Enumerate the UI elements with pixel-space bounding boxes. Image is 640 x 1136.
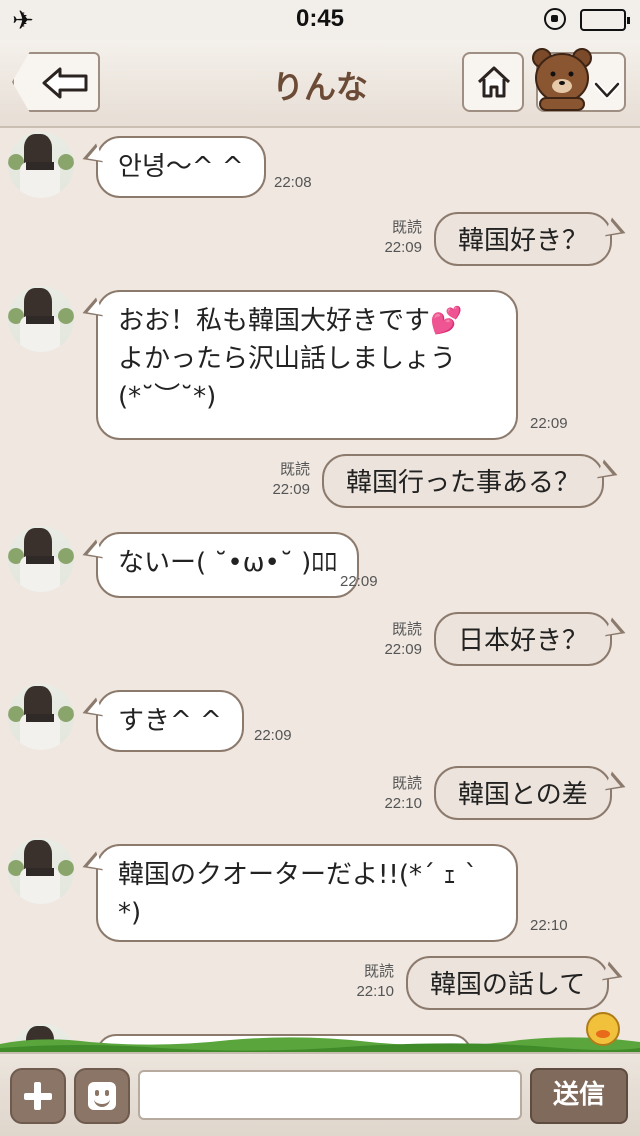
read-label: 既読 xyxy=(391,775,422,792)
message-text-line: (*˘︶˘*) xyxy=(118,382,217,412)
outgoing-message-bubble[interactable]: 韓国との差 xyxy=(434,766,612,820)
read-receipt: 既読 22:09 xyxy=(366,620,422,660)
read-receipt: 既読 22:09 xyxy=(254,460,310,500)
input-bar: 送信 xyxy=(0,1052,640,1136)
home-button[interactable] xyxy=(462,52,524,112)
friend-avatar[interactable] xyxy=(8,526,74,592)
message-text: すき^ ^ xyxy=(118,706,222,736)
incoming-message-bubble[interactable]: 韓国のクオーターだよ!!(*´ ｪ ` *) xyxy=(96,844,518,942)
add-attachment-button[interactable] xyxy=(10,1068,66,1124)
message-time: 22:09 xyxy=(254,727,292,744)
read-label: 既読 xyxy=(391,219,422,236)
friend-avatar[interactable] xyxy=(8,286,74,352)
outgoing-message-bubble[interactable]: 韓国行った事ある？ xyxy=(322,454,605,508)
message-time: 22:09 xyxy=(384,239,422,256)
message-text: 안녕〜^ ^ xyxy=(118,152,244,182)
message-input[interactable] xyxy=(138,1070,522,1120)
status-bar: ✈ 0:45 xyxy=(0,0,640,40)
message-text: ないー( ˘•ω•˘ )ﾛﾛ xyxy=(118,548,338,578)
read-label: 既読 xyxy=(391,621,422,638)
sally-chick-icon xyxy=(586,1012,620,1046)
message-text-line: *) xyxy=(118,898,142,928)
incoming-message-bubble[interactable]: 안녕〜^ ^ xyxy=(96,136,266,198)
read-receipt: 既読 22:10 xyxy=(366,774,422,814)
incoming-message-bubble[interactable]: ないー( ˘•ω•˘ )ﾛﾛ xyxy=(96,532,360,598)
outgoing-message-bubble[interactable]: 日本好き？ xyxy=(434,612,613,666)
chevron-down-icon[interactable] xyxy=(592,80,622,102)
message-text: 韓国との差 xyxy=(458,780,588,810)
message-text: 韓国の話して xyxy=(430,970,586,1000)
message-time: 22:10 xyxy=(530,917,568,934)
message-time: 22:10 xyxy=(356,983,394,1000)
friend-avatar[interactable] xyxy=(8,838,74,904)
friend-avatar[interactable] xyxy=(8,132,74,198)
read-receipt: 既読 22:09 xyxy=(366,218,422,258)
home-icon xyxy=(477,66,511,98)
rotation-lock-icon xyxy=(544,8,566,30)
message-time: 22:09 xyxy=(272,481,310,498)
message-time: 22:09 xyxy=(384,641,422,658)
send-button[interactable]: 送信 xyxy=(530,1068,628,1124)
message-text-line: おお！私も韓国大好きです💕 xyxy=(118,306,463,336)
message-text: 韓国好き？ xyxy=(458,226,589,256)
message-time: 22:08 xyxy=(274,174,312,191)
incoming-message-bubble[interactable]: すき^ ^ xyxy=(96,690,244,752)
outgoing-message-bubble[interactable]: 韓国の話して xyxy=(406,956,610,1010)
message-text: 日本好き？ xyxy=(458,626,589,656)
outgoing-message-bubble[interactable]: 韓国好き？ xyxy=(434,212,613,266)
message-time: 22:10 xyxy=(384,795,422,812)
smiley-icon xyxy=(88,1082,116,1110)
sticker-button[interactable] xyxy=(74,1068,130,1124)
read-receipt: 既読 22:10 xyxy=(338,962,394,1002)
grass-decoration xyxy=(0,1037,640,1054)
message-time: 22:09 xyxy=(340,573,378,590)
message-time: 22:09 xyxy=(530,415,568,432)
friend-avatar[interactable] xyxy=(8,684,74,750)
incoming-message-bubble[interactable]: おお！私も韓国大好きです💕 よかったら沢山話しましょう (*˘︶˘*) xyxy=(96,290,518,440)
brown-bear-icon xyxy=(532,48,592,111)
read-label: 既読 xyxy=(363,963,394,980)
message-text-line: よかったら沢山話しましょう xyxy=(118,344,457,374)
battery-icon xyxy=(580,9,630,31)
chat-area[interactable]: 안녕〜^ ^ 22:08 既読 22:09 韓国好き？ おお！私も韓国大好きです… xyxy=(0,130,640,1050)
message-text-line: 韓国のクオーターだよ!!(*´ ｪ ` xyxy=(118,860,478,890)
read-label: 既読 xyxy=(279,461,310,478)
message-text: 韓国行った事ある？ xyxy=(346,468,581,498)
